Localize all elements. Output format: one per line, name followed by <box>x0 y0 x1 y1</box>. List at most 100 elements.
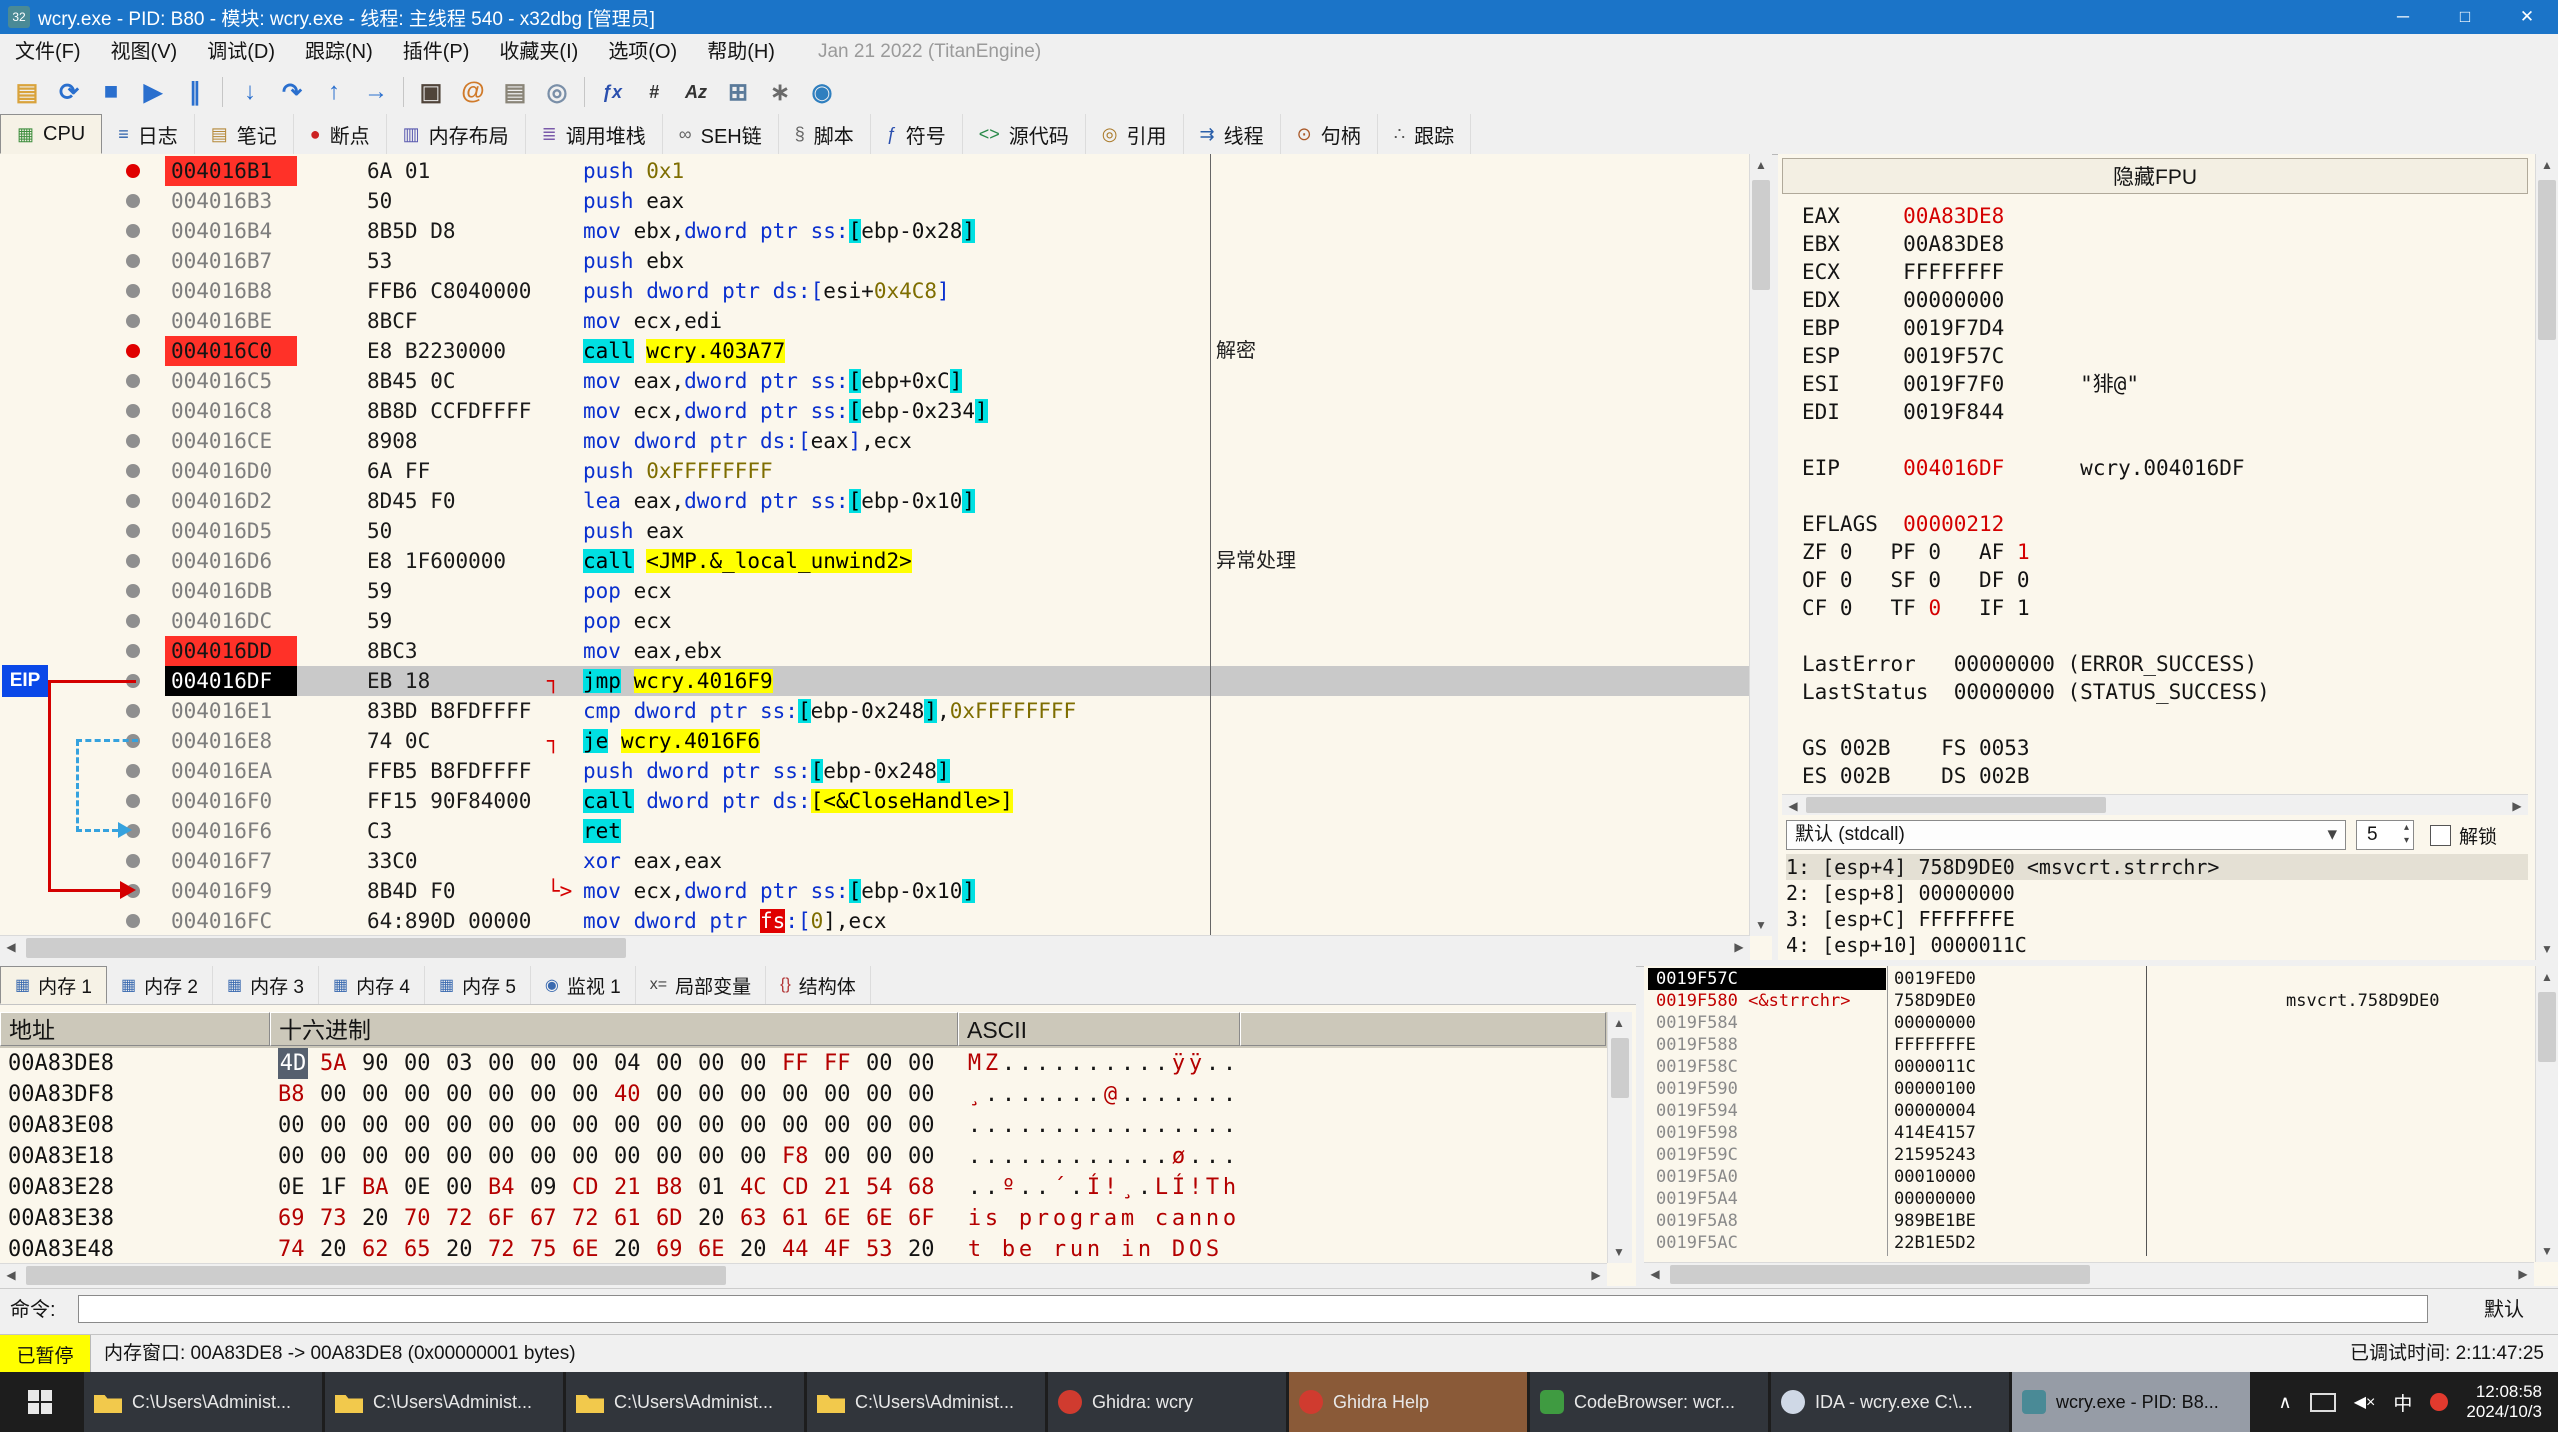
scroll-left-icon[interactable] <box>0 936 22 958</box>
breakpoint-gutter[interactable] <box>0 456 165 486</box>
memory-byte[interactable]: 00 <box>530 1048 572 1079</box>
breakpoint-gutter[interactable] <box>0 366 165 396</box>
breakpoint-gutter[interactable] <box>0 156 165 186</box>
dump-hscrollbar[interactable] <box>0 1263 1607 1286</box>
memory-byte[interactable]: 00 <box>404 1048 446 1079</box>
registers-vscrollbar[interactable] <box>2535 154 2558 960</box>
memory-byte[interactable]: FF <box>782 1048 824 1079</box>
stack-row[interactable]: 0019F57C0019FED0 <box>1644 968 2534 990</box>
breakpoint-icon[interactable] <box>126 344 140 358</box>
breakpoint-gutter[interactable] <box>0 696 165 726</box>
column-header-hex[interactable]: 十六进制 <box>270 1012 958 1046</box>
menu-item[interactable]: 帮助(H) <box>692 34 790 70</box>
disasm-row[interactable]: 004016BE8BCFmov ecx,edi <box>0 306 1750 336</box>
memory-byte[interactable]: 4F <box>824 1234 866 1263</box>
bullet-icon[interactable] <box>126 464 140 478</box>
hide-fpu-button[interactable]: 隐藏FPU <box>1782 158 2528 194</box>
register-line[interactable]: EIP 004016DF wcry.004016DF <box>1802 454 2528 482</box>
scroll-down-icon[interactable] <box>2536 938 2558 960</box>
memory-byte[interactable]: 01 <box>698 1172 740 1203</box>
memory-byte[interactable]: 72 <box>446 1203 488 1234</box>
strings-button[interactable]: Az <box>675 73 717 111</box>
step-over-button[interactable]: ↷ <box>271 73 313 111</box>
breakpoint-gutter[interactable] <box>0 906 165 936</box>
tab-references[interactable]: ◎引用 <box>1086 114 1184 154</box>
memory-byte[interactable]: 00 <box>740 1110 782 1141</box>
tab-memory-2[interactable]: ▦内存 2 <box>107 966 213 1004</box>
memory-byte[interactable]: 00 <box>446 1141 488 1172</box>
memory-byte[interactable]: 6F <box>908 1203 950 1234</box>
comments-button[interactable]: ▤ <box>494 73 536 111</box>
bullet-icon[interactable] <box>126 794 140 808</box>
breakpoint-gutter[interactable] <box>0 756 165 786</box>
memory-byte[interactable]: 61 <box>614 1203 656 1234</box>
memory-byte[interactable]: 00 <box>698 1110 740 1141</box>
bullet-icon[interactable] <box>126 254 140 268</box>
disasm-row[interactable]: 004016B753push ebx <box>0 246 1750 276</box>
bullet-icon[interactable] <box>126 314 140 328</box>
memory-byte[interactable]: 40 <box>614 1079 656 1110</box>
disasm-row[interactable]: 004016DFEB 18┐jmp wcry.4016F9 <box>0 666 1750 696</box>
step-into-button[interactable]: ↓ <box>229 73 271 111</box>
memory-byte[interactable]: 00 <box>278 1110 320 1141</box>
memory-byte[interactable]: 00 <box>488 1110 530 1141</box>
scroll-thumb[interactable] <box>1752 180 1770 290</box>
argument-row[interactable]: 4: [esp+10] 0000011C <box>1786 932 2528 958</box>
step-out-button[interactable]: ↑ <box>313 73 355 111</box>
assemble-button[interactable]: ƒx <box>591 73 633 111</box>
disasm-row[interactable]: 004016C0E8 B2230000call wcry.403A77解密 <box>0 336 1750 366</box>
stack-vscrollbar[interactable] <box>2535 966 2558 1262</box>
scroll-down-icon[interactable] <box>1608 1241 1630 1263</box>
stack-row[interactable]: 0019F59C21595243 <box>1644 1144 2534 1166</box>
memory-byte[interactable]: FF <box>824 1048 866 1079</box>
memory-byte[interactable]: 00 <box>404 1141 446 1172</box>
breakpoint-gutter[interactable] <box>0 306 165 336</box>
seh-chain-button[interactable]: ◎ <box>536 73 578 111</box>
memory-byte[interactable]: 44 <box>782 1234 824 1263</box>
register-line[interactable] <box>1802 622 2528 650</box>
taskbar-item-ghidra-help[interactable]: Ghidra Help <box>1289 1372 1527 1432</box>
hash-button[interactable]: # <box>633 73 675 111</box>
tab-threads[interactable]: ⇉线程 <box>1184 114 1281 154</box>
register-line[interactable] <box>1802 706 2528 734</box>
memory-byte[interactable]: 20 <box>362 1203 404 1234</box>
scroll-right-icon[interactable] <box>1728 936 1750 958</box>
memory-byte[interactable]: 00 <box>320 1141 362 1172</box>
memory-byte[interactable]: 00 <box>824 1079 866 1110</box>
register-line[interactable]: LastStatus 00000000 (STATUS_SUCCESS) <box>1802 678 2528 706</box>
column-header-ascii[interactable]: ASCII <box>958 1012 1240 1046</box>
memory-byte[interactable]: 09 <box>530 1172 572 1203</box>
disasm-row[interactable]: 004016F98B4D F0└>mov ecx,dword ptr ss:[e… <box>0 876 1750 906</box>
memory-row[interactable]: 00A83E0800000000000000000000000000000000… <box>0 1110 1604 1141</box>
register-line[interactable]: CF 0 TF 0 IF 1 <box>1802 594 2528 622</box>
tab-memory-4[interactable]: ▦内存 4 <box>319 966 425 1004</box>
breakpoint-gutter[interactable] <box>0 336 165 366</box>
stack-row[interactable]: 0019F588FFFFFFFE <box>1644 1034 2534 1056</box>
breakpoint-gutter[interactable] <box>0 546 165 576</box>
scroll-right-icon[interactable] <box>2512 1263 2534 1285</box>
memory-byte[interactable]: 00 <box>698 1141 740 1172</box>
bullet-icon[interactable] <box>126 284 140 298</box>
menu-item[interactable]: 调试(D) <box>192 34 290 70</box>
memory-byte[interactable]: 6E <box>572 1234 614 1263</box>
memory-byte[interactable]: 00 <box>740 1141 782 1172</box>
tray-app-icon[interactable] <box>2430 1393 2448 1411</box>
memory-byte[interactable]: 00 <box>740 1079 782 1110</box>
register-line[interactable]: GS 002B FS 0053 <box>1802 734 2528 762</box>
memory-byte[interactable]: 20 <box>320 1234 362 1263</box>
memory-byte[interactable]: B8 <box>278 1079 320 1110</box>
memory-byte[interactable]: 6E <box>866 1203 908 1234</box>
memory-byte[interactable]: F8 <box>782 1141 824 1172</box>
disasm-row[interactable]: 004016D6E8 1F600000call <JMP.&_local_unw… <box>0 546 1750 576</box>
column-header-address[interactable]: 地址 <box>0 1012 270 1046</box>
run-to-cursor-button[interactable]: → <box>355 73 397 111</box>
minimize-button[interactable]: ─ <box>2372 0 2434 34</box>
argument-count-stepper[interactable]: 5 <box>2356 820 2414 850</box>
memory-byte[interactable]: 72 <box>488 1234 530 1263</box>
breakpoint-gutter[interactable] <box>0 786 165 816</box>
register-line[interactable]: EAX 00A83DE8 <box>1802 202 2528 230</box>
register-line[interactable]: EDX 00000000 <box>1802 286 2528 314</box>
memory-byte[interactable]: 5A <box>320 1048 362 1079</box>
memory-row[interactable]: 00A83DE84D5A90000300000004000000FFFF0000… <box>0 1048 1604 1079</box>
memory-byte[interactable]: 00 <box>446 1172 488 1203</box>
